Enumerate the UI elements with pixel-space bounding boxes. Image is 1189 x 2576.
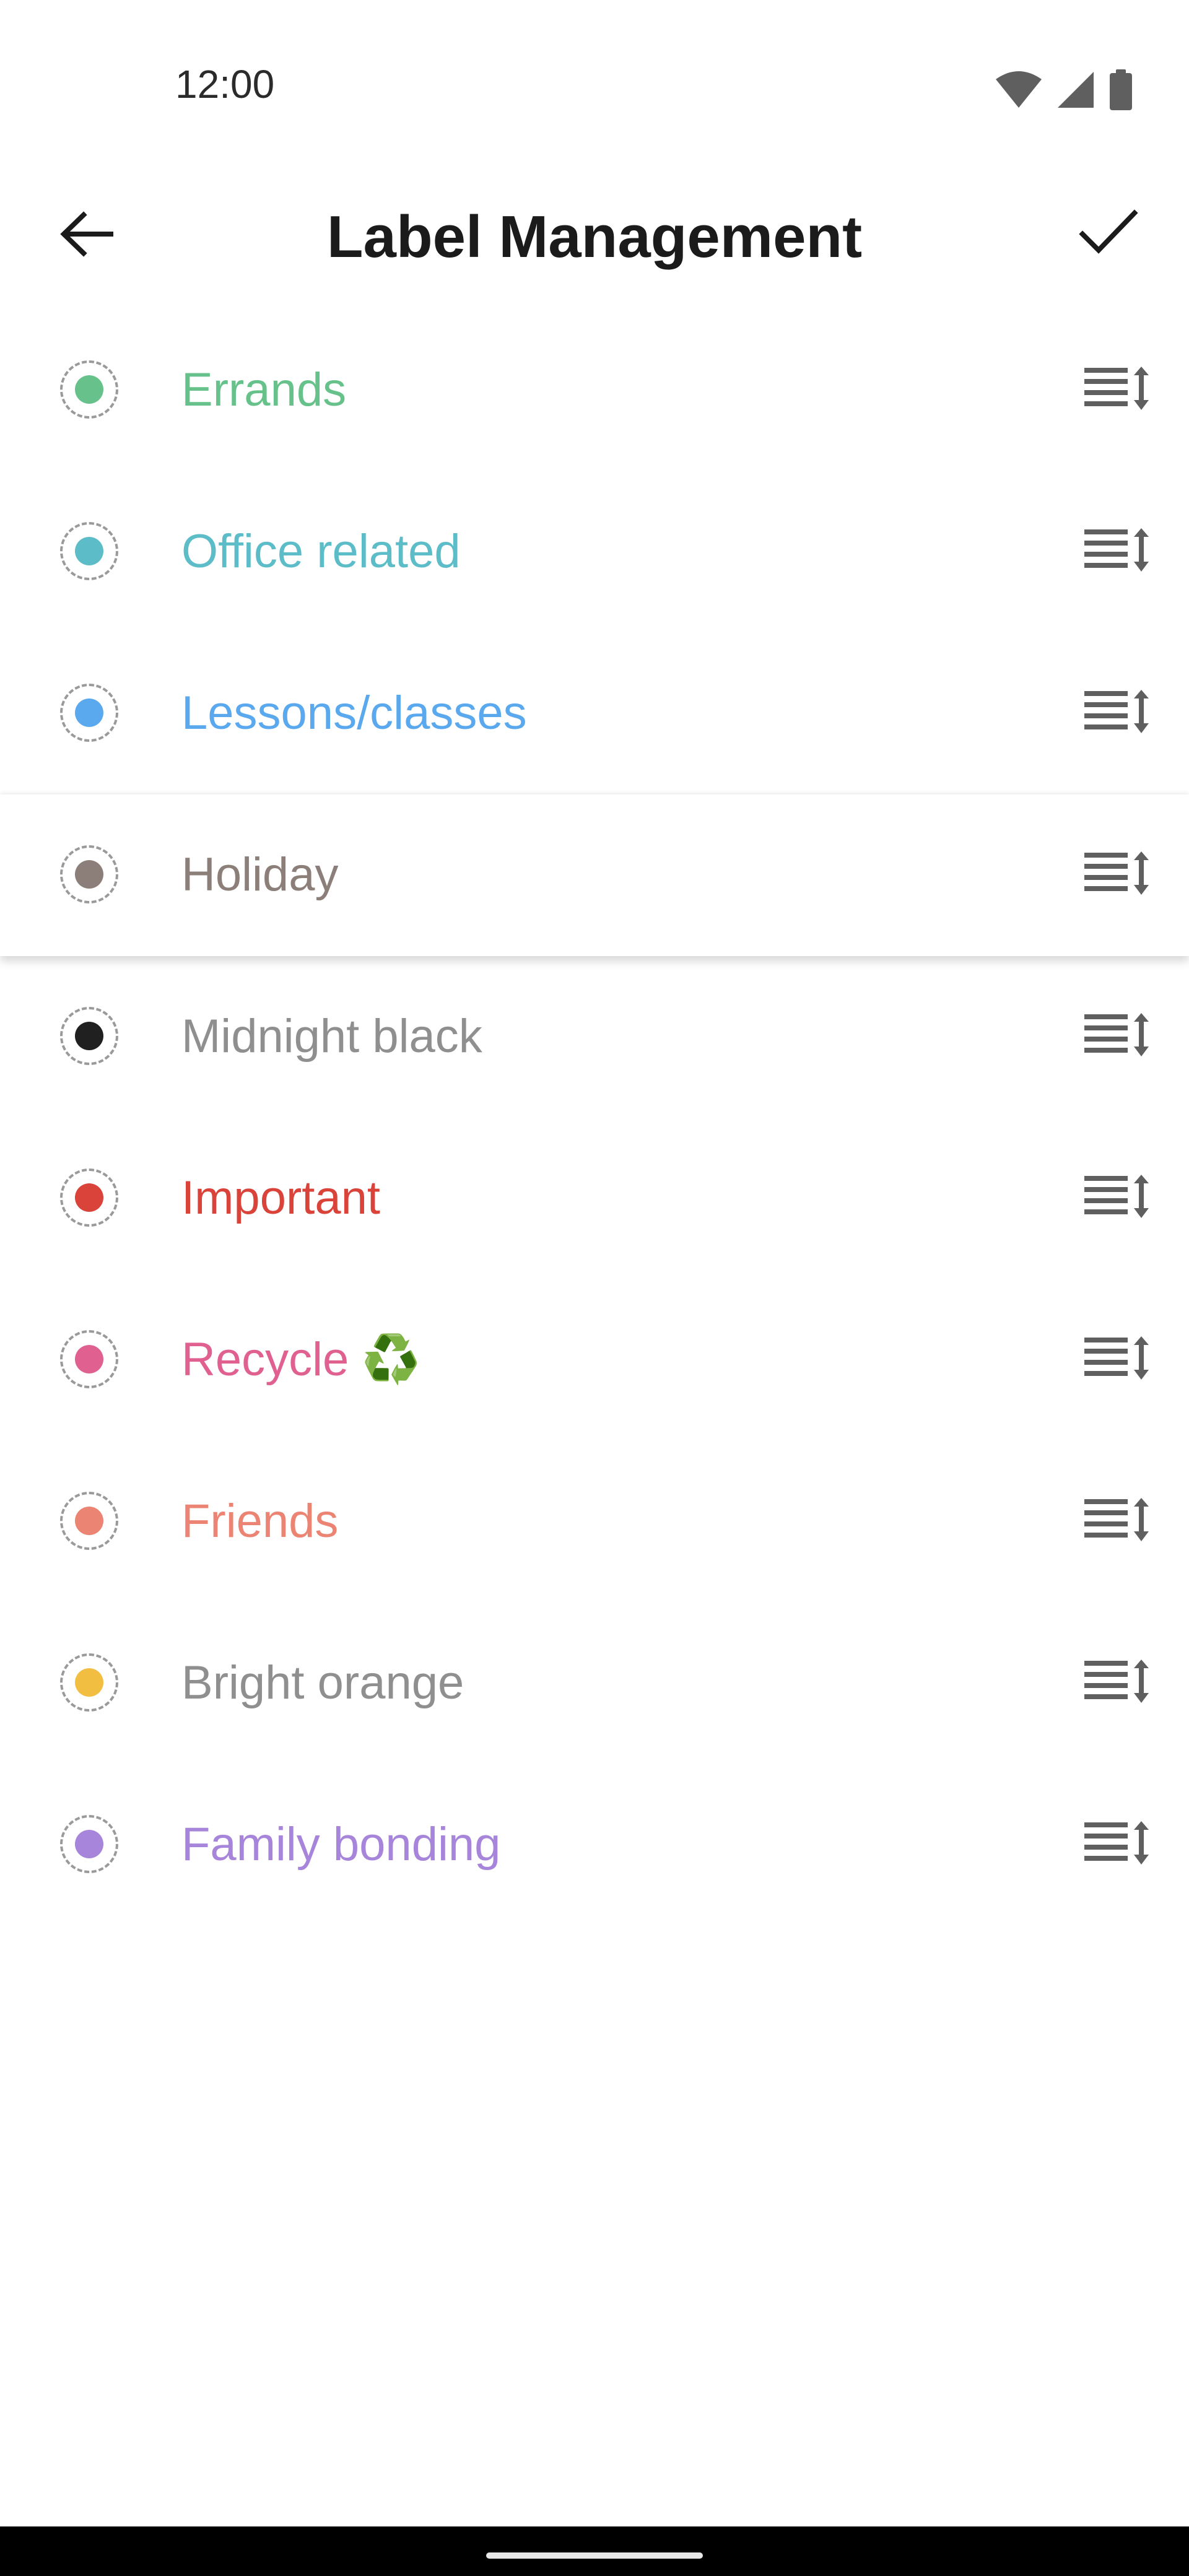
label-name[interactable]: Recycle ♻️ [181, 1335, 420, 1385]
label-row[interactable]: Lessons/classes [0, 633, 1189, 794]
label-name[interactable]: Office related [181, 527, 461, 577]
system-navigation-bar [0, 2526, 1189, 2576]
color-picker-button[interactable] [60, 845, 118, 903]
color-picker-button[interactable] [60, 1168, 118, 1227]
label-color-dot [75, 1183, 103, 1212]
label-row[interactable]: Important [0, 1118, 1189, 1279]
label-row[interactable]: Office related [0, 471, 1189, 633]
drag-reorder-icon [1083, 526, 1152, 578]
color-picker-button[interactable] [60, 1815, 118, 1873]
label-color-dot [75, 537, 103, 565]
label-color-dot [75, 1022, 103, 1050]
label-name[interactable]: Midnight black [181, 1012, 482, 1061]
reorder-handle[interactable] [1081, 1649, 1155, 1717]
checkmark-icon [1079, 208, 1138, 261]
label-row[interactable]: Errands [0, 310, 1189, 471]
drag-reorder-icon [1083, 1495, 1152, 1548]
label-color-dot [75, 1507, 103, 1535]
color-picker-button[interactable] [60, 684, 118, 742]
drag-reorder-icon [1083, 687, 1152, 740]
color-picker-button[interactable] [60, 1653, 118, 1712]
color-picker-button[interactable] [60, 1007, 118, 1065]
color-picker-button[interactable] [60, 522, 118, 580]
reorder-handle[interactable] [1081, 1811, 1155, 1879]
label-color-dot [75, 1668, 103, 1697]
reorder-handle[interactable] [1081, 1487, 1155, 1556]
label-color-dot [75, 1830, 103, 1858]
cell-signal-icon [1056, 71, 1095, 112]
label-row[interactable]: Bright orange [0, 1603, 1189, 1764]
reorder-handle[interactable] [1081, 1164, 1155, 1232]
status-time: 12:00 [175, 62, 275, 107]
label-color-dot [75, 375, 103, 404]
drag-reorder-icon [1083, 1819, 1152, 1871]
color-picker-button[interactable] [60, 1330, 118, 1388]
label-name[interactable]: Important [181, 1173, 380, 1223]
label-name[interactable]: Lessons/classes [181, 689, 527, 738]
label-row[interactable]: Friends [0, 1441, 1189, 1603]
home-indicator[interactable] [486, 2552, 703, 2559]
label-name[interactable]: Family bonding [181, 1820, 500, 1869]
status-bar: 12:00 [0, 0, 1189, 161]
drag-reorder-icon [1083, 1334, 1152, 1386]
drag-reorder-icon [1083, 1657, 1152, 1710]
label-management-screen: 12:00 Label Management Errands Office re… [0, 0, 1189, 2576]
page-title: Label Management [326, 204, 863, 270]
app-bar: Label Management [0, 161, 1189, 310]
label-row[interactable]: Midnight black [0, 956, 1189, 1118]
label-name[interactable]: Bright orange [181, 1658, 464, 1708]
drag-reorder-icon [1083, 1011, 1152, 1063]
reorder-handle[interactable] [1081, 356, 1155, 424]
color-picker-button[interactable] [60, 360, 118, 419]
reorder-handle[interactable] [1081, 841, 1155, 909]
label-row[interactable]: Recycle ♻️ [0, 1279, 1189, 1441]
label-name[interactable]: Holiday [181, 850, 338, 900]
label-color-dot [75, 1345, 103, 1373]
label-name[interactable]: Errands [181, 365, 346, 415]
done-button[interactable] [1065, 191, 1152, 277]
label-name[interactable]: Friends [181, 1497, 338, 1546]
label-row[interactable]: Family bonding [0, 1764, 1189, 1926]
reorder-handle[interactable] [1081, 1003, 1155, 1071]
wifi-icon [995, 71, 1043, 112]
reorder-handle[interactable] [1081, 518, 1155, 586]
drag-reorder-icon [1083, 364, 1152, 417]
color-picker-button[interactable] [60, 1492, 118, 1550]
reorder-handle[interactable] [1081, 679, 1155, 747]
label-list: Errands Office related Lessons/classes H… [0, 310, 1189, 1926]
label-color-dot [75, 860, 103, 889]
reorder-handle[interactable] [1081, 1326, 1155, 1394]
label-color-dot [75, 698, 103, 727]
battery-icon [1108, 69, 1133, 113]
status-icons [995, 69, 1133, 113]
drag-reorder-icon [1083, 849, 1152, 902]
label-row[interactable]: Holiday [0, 794, 1189, 956]
drag-reorder-icon [1083, 1172, 1152, 1225]
